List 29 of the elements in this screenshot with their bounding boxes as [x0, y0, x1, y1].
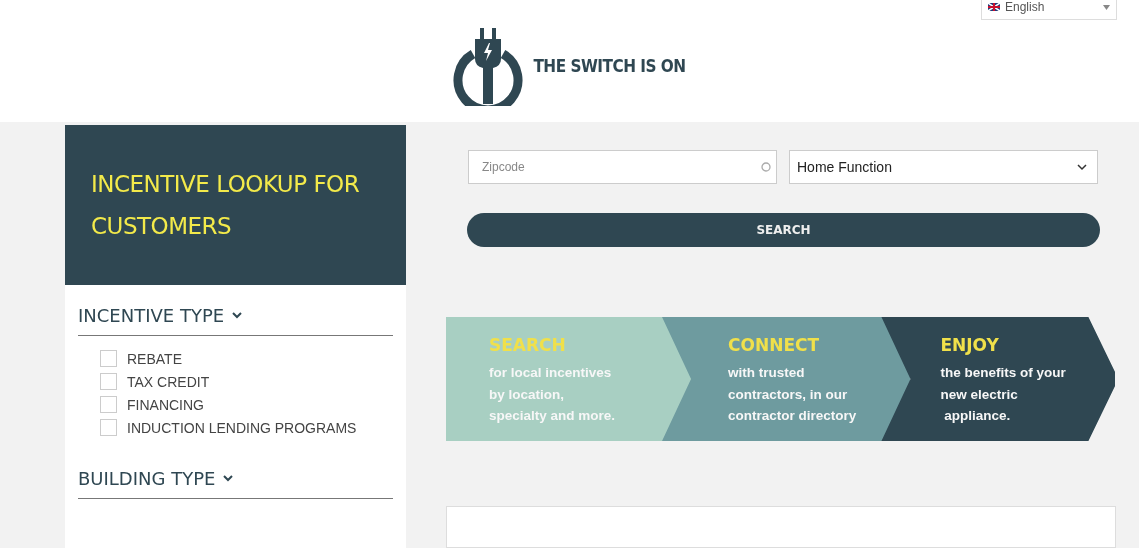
checkbox-label: FINANCING	[127, 396, 204, 413]
caret-icon	[1103, 4, 1110, 10]
sidebar-title: INCENTIVE LOOKUP FOR CUSTOMERS	[91, 170, 361, 241]
zipcode-field[interactable]: Zipcode	[468, 150, 777, 184]
step-text: with trusted contractors, in our contractor directory	[728, 364, 858, 425]
function-select[interactable]: Home Function	[789, 150, 1098, 184]
plug-logo-icon	[453, 26, 524, 106]
filter-section-header[interactable]: INCENTIVE TYPE	[78, 305, 393, 336]
chevron-icon	[223, 475, 234, 482]
step-title: CONNECT	[728, 335, 821, 355]
step-title: ENJOY	[940, 335, 1000, 355]
language-select[interactable]: English	[981, 0, 1117, 20]
flag-icon	[988, 3, 1000, 11]
circle-icon	[761, 162, 771, 172]
chevron-icon	[1077, 163, 1087, 171]
step-text: for local incentives by location, specialty and more.	[489, 364, 617, 425]
checkbox[interactable]	[100, 419, 117, 436]
chevron-icon	[232, 312, 243, 319]
checkbox-label: INDUCTION LENDING PROGRAMS	[127, 419, 357, 436]
checkbox-label: TAX CREDIT	[127, 373, 210, 390]
search-button[interactable]: SEARCH	[467, 213, 1100, 247]
step-text: the benefits of your new electric appliance.	[940, 364, 1067, 425]
filter-section-header[interactable]: BUILDING TYPE	[78, 468, 393, 499]
checkbox[interactable]	[100, 373, 117, 390]
logo-text: THE SWITCH IS ON	[533, 56, 686, 76]
checkbox[interactable]	[100, 396, 117, 413]
checkbox-label: REBATE	[127, 350, 182, 367]
step-title: SEARCH	[489, 335, 567, 355]
checkbox[interactable]	[100, 350, 117, 367]
